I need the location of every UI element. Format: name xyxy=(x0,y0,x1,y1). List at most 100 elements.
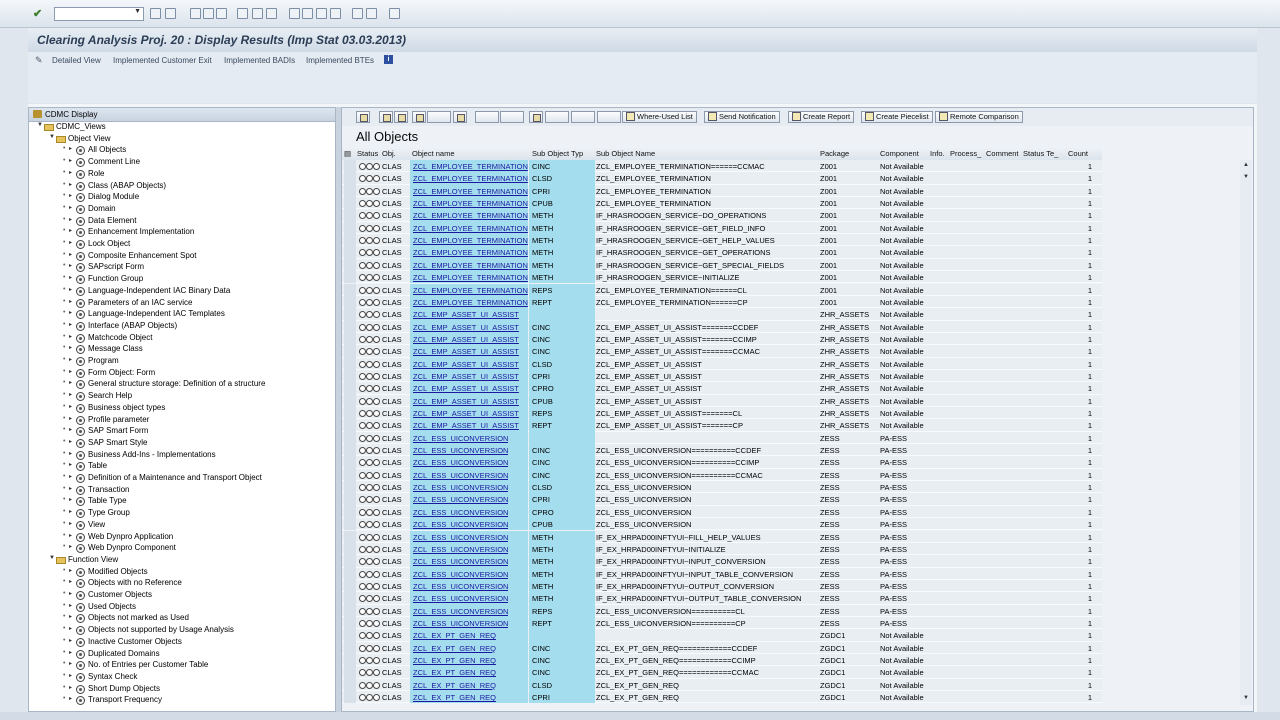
tree-item[interactable]: • ▸ Role xyxy=(63,169,104,180)
enter-icon[interactable]: ✔ xyxy=(33,8,45,20)
row-selector[interactable] xyxy=(344,579,356,593)
cell-object-name-link[interactable]: ZCL_ESS_UICONVERSION xyxy=(413,458,508,467)
cell-object-name-link[interactable]: ZCL_EMP_ASSET_UI_ASSIST xyxy=(413,323,519,332)
tree-item[interactable]: • ▸ Data Element xyxy=(63,216,136,227)
tree-item[interactable]: • ▸ Domain xyxy=(63,204,116,215)
tree-item[interactable]: • ▸ Objects not marked as Used xyxy=(63,613,189,624)
table-row[interactable]: CLAS ZCL_EMP_ASSET_UI_ASSIST REPT ZCL_EMP_A… xyxy=(342,419,1102,432)
tree-item[interactable]: • ▸ All Objects xyxy=(63,145,126,156)
tree-item[interactable]: • ▸ Syntax Check xyxy=(63,672,137,683)
expand-icon[interactable]: ▸ xyxy=(69,625,76,632)
tree-item[interactable]: • ▸ Language-Independent IAC Templates xyxy=(63,309,225,320)
row-selector[interactable] xyxy=(344,604,356,617)
col-status-text[interactable]: Status Te_ xyxy=(1023,149,1065,158)
table-row[interactable]: CLAS ZCL_ESS_UICONVERSION METH IF_EX_HRPAD0… xyxy=(342,567,1102,580)
expand-icon[interactable]: ▸ xyxy=(69,508,76,515)
row-selector[interactable] xyxy=(344,641,356,654)
cell-object-name-link[interactable]: ZCL_EX_PT_GEN_REQ xyxy=(413,656,496,665)
table-row[interactable]: CLAS ZCL_EMP_ASSET_UI_ASSIST CPUB ZCL_EMP_A… xyxy=(342,394,1102,407)
row-selector[interactable] xyxy=(344,518,356,531)
row-selector[interactable] xyxy=(344,419,356,432)
expand-icon[interactable]: ▸ xyxy=(69,274,76,281)
table-row[interactable]: CLAS ZCL_ESS_UICONVERSION ZESS PA-ESS 1 xyxy=(342,431,1102,445)
expand-icon[interactable]: ▸ xyxy=(69,485,76,492)
table-row[interactable]: CLAS ZCL_EMP_ASSET_UI_ASSIST REPS ZCL_EMP_A… xyxy=(342,407,1102,420)
filter-icon[interactable] xyxy=(427,111,451,123)
expand-icon[interactable]: ▸ xyxy=(69,438,76,445)
table-row[interactable]: CLAS ZCL_ESS_UICONVERSION CINC ZCL_ESS_UICO… xyxy=(342,468,1102,482)
table-row[interactable]: CLAS ZCL_EMPLOYEE_TERMINATION CLSD ZCL_EMPL… xyxy=(342,172,1102,185)
tree-item[interactable]: • ▸ Interface (ABAP Objects) xyxy=(63,321,177,332)
tree-item[interactable]: • ▸ Inactive Customer Objects xyxy=(63,637,182,648)
cell-object-name-link[interactable]: ZCL_EMP_ASSET_UI_ASSIST xyxy=(413,347,519,356)
col-status[interactable]: Status xyxy=(357,149,378,158)
table-row[interactable]: CLAS ZCL_EMP_ASSET_UI_ASSIST CINC ZCL_EMP_A… xyxy=(342,345,1102,358)
row-selector[interactable] xyxy=(344,666,356,679)
row-selector[interactable] xyxy=(344,592,356,605)
expand-icon[interactable]: ▸ xyxy=(69,695,76,702)
row-selector[interactable] xyxy=(344,616,356,630)
expand-icon[interactable]: ▸ xyxy=(69,169,76,176)
customer-exit-button[interactable]: Implemented Customer Exit xyxy=(113,56,212,65)
cell-object-name-link[interactable]: ZCL_EMPLOYEE_TERMINATION xyxy=(413,162,528,171)
table-row[interactable]: CLAS ZCL_EMP_ASSET_UI_ASSIST CPRI ZCL_EMP_A… xyxy=(342,369,1102,383)
cell-object-name-link[interactable]: ZCL_ESS_UICONVERSION xyxy=(413,533,508,542)
expand-icon[interactable]: ▸ xyxy=(69,262,76,269)
row-selector[interactable] xyxy=(344,369,356,383)
row-selector[interactable] xyxy=(344,493,356,506)
select-layout-icon[interactable] xyxy=(597,111,621,123)
row-selector[interactable] xyxy=(344,678,356,692)
table-row[interactable]: CLAS ZCL_EMPLOYEE_TERMINATION CPRI ZCL_EMPL… xyxy=(342,184,1102,198)
cell-object-name-link[interactable]: ZCL_EMP_ASSET_UI_ASSIST xyxy=(413,372,519,381)
col-comment[interactable]: Comment xyxy=(986,149,1019,158)
table-row[interactable]: CLAS ZCL_EMP_ASSET_UI_ASSIST CINC ZCL_EMP_A… xyxy=(342,332,1102,346)
collapse-icon[interactable]: ▼ xyxy=(49,134,56,140)
tree-item[interactable]: • ▸ Composite Enhancement Spot xyxy=(63,251,197,262)
table-row[interactable]: CLAS ZCL_EMP_ASSET_UI_ASSIST ZHR_ASSETS Not… xyxy=(342,308,1102,321)
shortcut-icon[interactable] xyxy=(352,8,363,19)
row-selector[interactable] xyxy=(344,295,356,309)
row-selector[interactable] xyxy=(344,209,356,222)
table-row[interactable]: CLAS ZCL_EMPLOYEE_TERMINATION METH IF_HRASR… xyxy=(342,234,1102,247)
row-selector[interactable] xyxy=(344,691,356,704)
layout-icon[interactable] xyxy=(389,8,400,19)
tree-item[interactable]: • ▸ Class (ABAP Objects) xyxy=(63,181,166,192)
cell-object-name-link[interactable]: ZCL_EMP_ASSET_UI_ASSIST xyxy=(413,384,519,393)
expand-icon[interactable]: ▸ xyxy=(69,309,76,316)
tree-node-object-view[interactable]: ▼ Object View xyxy=(49,134,111,145)
row-selector[interactable] xyxy=(344,234,356,247)
cell-object-name-link[interactable]: ZCL_ESS_UICONVERSION xyxy=(413,508,508,517)
tree-item[interactable]: • ▸ Search Help xyxy=(63,391,132,402)
expand-icon[interactable]: ▸ xyxy=(69,145,76,152)
cell-object-name-link[interactable]: ZCL_EMPLOYEE_TERMINATION xyxy=(413,199,528,208)
tree-item[interactable]: • ▸ Form Object: Form xyxy=(63,368,155,379)
tree-item[interactable]: • ▸ View xyxy=(63,520,105,531)
table-row[interactable]: CLAS ZCL_EMP_ASSET_UI_ASSIST CLSD ZCL_EMP_A… xyxy=(342,357,1102,370)
subtotal-icon[interactable] xyxy=(475,111,499,123)
expand-icon[interactable]: ▸ xyxy=(69,684,76,691)
cancel-icon[interactable] xyxy=(190,8,201,19)
table-row[interactable]: CLAS ZCL_EMPLOYEE_TERMINATION METH IF_HRASR… xyxy=(342,258,1102,272)
row-selector[interactable] xyxy=(344,160,356,173)
cell-object-name-link[interactable]: ZCL_EMPLOYEE_TERMINATION xyxy=(413,286,528,295)
cell-object-name-link[interactable]: ZCL_EMPLOYEE_TERMINATION xyxy=(413,174,528,183)
tree-item[interactable]: • ▸ Used Objects xyxy=(63,602,136,613)
expand-icon[interactable]: ▸ xyxy=(69,567,76,574)
col-sub-object-type[interactable]: Sub Object Typ xyxy=(532,149,594,158)
cell-object-name-link[interactable]: ZCL_EMPLOYEE_TERMINATION xyxy=(413,248,528,257)
tree-node-function-view[interactable]: ▼ Function View xyxy=(49,555,118,566)
find-icon[interactable] xyxy=(412,111,426,123)
table-row[interactable]: CLAS ZCL_ESS_UICONVERSION METH IF_EX_HRPAD0… xyxy=(342,555,1102,568)
row-selector[interactable] xyxy=(344,246,356,259)
expand-icon[interactable]: ▸ xyxy=(69,415,76,422)
tree-item[interactable]: • ▸ Duplicated Domains xyxy=(63,649,160,660)
row-selector[interactable] xyxy=(344,271,356,284)
find-icon[interactable] xyxy=(237,8,248,19)
tree-item[interactable]: • ▸ SAP Smart Style xyxy=(63,438,147,449)
cell-object-name-link[interactable]: ZCL_EMP_ASSET_UI_ASSIST xyxy=(413,421,519,430)
table-row[interactable]: CLAS ZCL_EX_PT_GEN_REQ CLSD ZCL_EX_PT_GEN_R… xyxy=(342,678,1102,692)
where-used-button[interactable]: Where-Used List xyxy=(622,111,697,123)
table-row[interactable]: CLAS ZCL_ESS_UICONVERSION CPRO ZCL_ESS_UICO… xyxy=(342,505,1102,519)
btes-button[interactable]: Implemented BTEs xyxy=(306,56,374,65)
expand-icon[interactable]: ▸ xyxy=(69,637,76,644)
